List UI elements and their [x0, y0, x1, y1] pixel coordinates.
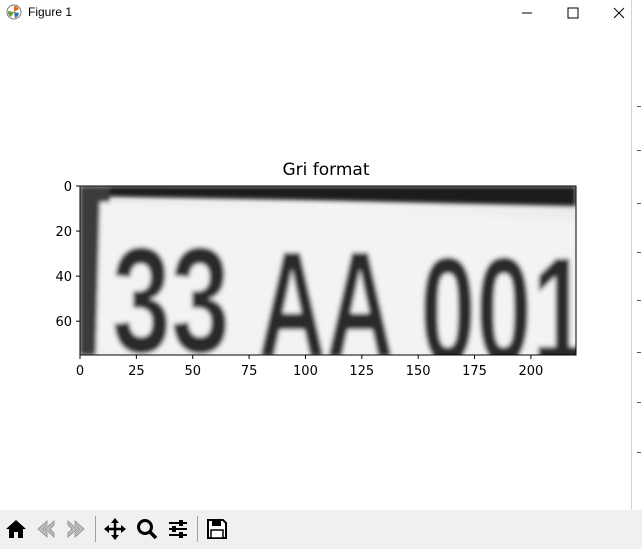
x-tick-label: 200 [518, 364, 543, 379]
pan-icon [104, 518, 126, 540]
y-tick-label: 20 [55, 225, 72, 240]
navigation-toolbar [0, 510, 642, 549]
subplots-button[interactable] [164, 515, 192, 543]
x-axis: 0 25 50 75 100 125 150 175 200 [76, 355, 543, 379]
pan-button[interactable] [101, 515, 129, 543]
background-window-edge [631, 0, 642, 549]
x-tick-label: 175 [462, 364, 487, 379]
zoom-icon [137, 519, 158, 540]
forward-button[interactable] [62, 515, 90, 543]
x-tick-label: 75 [241, 364, 258, 379]
svg-text:AA: AA [258, 220, 394, 388]
svg-text:001: 001 [420, 226, 588, 394]
x-tick-label: 50 [184, 364, 201, 379]
zoom-button[interactable] [133, 515, 161, 543]
home-button[interactable] [2, 515, 30, 543]
back-icon [37, 520, 55, 538]
y-tick-label: 40 [55, 270, 72, 285]
save-button[interactable] [203, 515, 231, 543]
x-tick-label: 100 [293, 364, 318, 379]
x-tick-label: 25 [128, 364, 145, 379]
axes[interactable]: 33 AA 001 0 25 50 75 100 125 150 175 200 0 20 40 60 [0, 0, 632, 510]
x-tick-label: 125 [349, 364, 374, 379]
save-icon [207, 519, 227, 539]
x-tick-label: 150 [406, 364, 431, 379]
svg-text:33: 33 [112, 216, 230, 384]
y-tick-label: 60 [55, 315, 72, 330]
forward-icon [67, 520, 85, 538]
home-icon [6, 520, 26, 538]
subplots-icon [169, 520, 187, 538]
x-tick-label: 0 [76, 364, 84, 379]
back-button[interactable] [32, 515, 60, 543]
toolbar-separator [95, 516, 96, 542]
y-axis: 0 20 40 60 [55, 180, 80, 330]
y-tick-label: 0 [64, 180, 72, 195]
grayscale-plate-image: 33 AA 001 [80, 186, 588, 394]
toolbar-separator [197, 516, 198, 542]
